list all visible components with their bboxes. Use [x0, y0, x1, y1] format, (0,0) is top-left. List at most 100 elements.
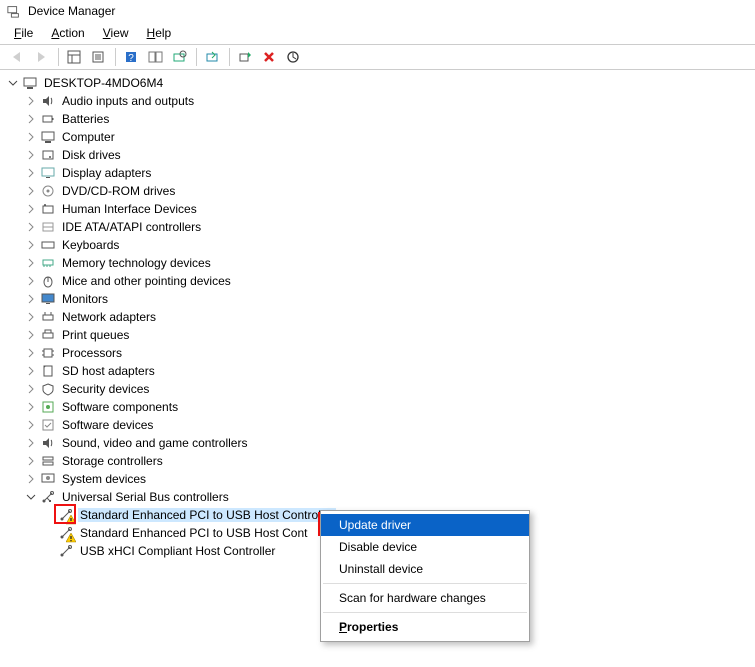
collapse-icon[interactable] — [6, 76, 20, 90]
category-label[interactable]: Sound, video and game controllers — [60, 436, 249, 450]
expand-icon[interactable] — [24, 364, 38, 378]
category-label[interactable]: Audio inputs and outputs — [60, 94, 196, 108]
root-node-label[interactable]: DESKTOP-4MDO6M4 — [42, 76, 165, 90]
category-label[interactable]: Mice and other pointing devices — [60, 274, 233, 288]
expand-icon[interactable] — [24, 184, 38, 198]
expand-icon[interactable] — [24, 112, 38, 126]
expand-icon[interactable] — [24, 94, 38, 108]
category-icon — [40, 471, 56, 487]
usb-device-icon — [58, 507, 74, 523]
back-button[interactable] — [6, 46, 30, 68]
expand-icon[interactable] — [24, 130, 38, 144]
menu-scan-hardware[interactable]: Scan for hardware changes — [321, 587, 529, 609]
category-label[interactable]: Memory technology devices — [60, 256, 213, 270]
category-row[interactable]: Mice and other pointing devices — [2, 272, 753, 290]
category-row[interactable]: Memory technology devices — [2, 254, 753, 272]
expand-icon[interactable] — [24, 148, 38, 162]
category-row[interactable]: System devices — [2, 470, 753, 488]
category-label[interactable]: Security devices — [60, 382, 151, 396]
tree-root-row[interactable]: DESKTOP-4MDO6M4 — [2, 74, 753, 92]
category-row[interactable]: Storage controllers — [2, 452, 753, 470]
category-row[interactable]: Monitors — [2, 290, 753, 308]
menu-file[interactable]: File — [6, 24, 41, 42]
forward-button[interactable] — [30, 46, 54, 68]
expand-icon[interactable] — [24, 220, 38, 234]
category-row[interactable]: Network adapters — [2, 308, 753, 326]
category-label[interactable]: Processors — [60, 346, 124, 360]
category-label[interactable]: System devices — [60, 472, 148, 486]
category-icon — [40, 219, 56, 235]
menu-view[interactable]: View — [95, 24, 137, 42]
category-label[interactable]: Software components — [60, 400, 180, 414]
category-row[interactable]: Processors — [2, 344, 753, 362]
category-label[interactable]: Monitors — [60, 292, 110, 306]
scan-hardware-button[interactable] — [168, 46, 192, 68]
category-label[interactable]: DVD/CD-ROM drives — [60, 184, 177, 198]
menu-update-driver[interactable]: Update driver — [321, 514, 529, 536]
category-row[interactable]: Software devices — [2, 416, 753, 434]
expand-icon[interactable] — [24, 310, 38, 324]
enable-device-button[interactable] — [234, 46, 258, 68]
properties-button[interactable] — [87, 46, 111, 68]
category-label[interactable]: Human Interface Devices — [60, 202, 199, 216]
category-row[interactable]: Display adapters — [2, 164, 753, 182]
expand-icon[interactable] — [24, 166, 38, 180]
category-row[interactable]: SD host adapters — [2, 362, 753, 380]
device-label[interactable]: USB xHCI Compliant Host Controller — [78, 544, 277, 558]
category-label[interactable]: SD host adapters — [60, 364, 157, 378]
category-label[interactable]: Storage controllers — [60, 454, 165, 468]
category-row[interactable]: Batteries — [2, 110, 753, 128]
collapse-icon[interactable] — [24, 490, 38, 504]
expand-icon[interactable] — [24, 292, 38, 306]
device-label[interactable]: Standard Enhanced PCI to USB Host Cont — [78, 526, 309, 540]
category-row[interactable]: Disk drives — [2, 146, 753, 164]
category-row[interactable]: Audio inputs and outputs — [2, 92, 753, 110]
category-label[interactable]: Computer — [60, 130, 117, 144]
category-label[interactable]: Print queues — [60, 328, 131, 342]
expand-icon[interactable] — [24, 400, 38, 414]
expand-icon[interactable] — [24, 472, 38, 486]
expand-icon[interactable] — [24, 346, 38, 360]
category-row[interactable]: Security devices — [2, 380, 753, 398]
expand-icon[interactable] — [24, 256, 38, 270]
expand-icon[interactable] — [24, 238, 38, 252]
menu-help[interactable]: Help — [139, 24, 180, 42]
category-label[interactable]: Keyboards — [60, 238, 121, 252]
category-label[interactable]: Universal Serial Bus controllers — [60, 490, 231, 504]
expand-icon[interactable] — [24, 202, 38, 216]
category-label[interactable]: Software devices — [60, 418, 155, 432]
expand-icon[interactable] — [24, 274, 38, 288]
category-label[interactable]: Batteries — [60, 112, 111, 126]
update-driver-button[interactable] — [201, 46, 225, 68]
category-label[interactable]: Display adapters — [60, 166, 153, 180]
category-row[interactable]: IDE ATA/ATAPI controllers — [2, 218, 753, 236]
category-row[interactable]: DVD/CD-ROM drives — [2, 182, 753, 200]
category-label[interactable]: Disk drives — [60, 148, 123, 162]
category-row[interactable]: Sound, video and game controllers — [2, 434, 753, 452]
show-hide-tree-button[interactable] — [63, 46, 87, 68]
category-row[interactable]: Keyboards — [2, 236, 753, 254]
menu-action[interactable]: Action — [43, 24, 92, 42]
category-row[interactable]: Computer — [2, 128, 753, 146]
category-row[interactable]: Software components — [2, 398, 753, 416]
menu-disable-device[interactable]: Disable device — [321, 536, 529, 558]
expand-icon[interactable] — [24, 454, 38, 468]
disable-device-button[interactable] — [282, 46, 306, 68]
help-button[interactable]: ? — [120, 46, 144, 68]
category-label[interactable]: Network adapters — [60, 310, 158, 324]
category-row[interactable]: Human Interface Devices — [2, 200, 753, 218]
usb-device-icon — [58, 525, 74, 541]
action-center-button[interactable] — [144, 46, 168, 68]
category-label[interactable]: IDE ATA/ATAPI controllers — [60, 220, 203, 234]
menu-properties[interactable]: Properties — [321, 616, 529, 638]
device-tree[interactable]: DESKTOP-4MDO6M4 Audio inputs and outputs… — [0, 70, 755, 564]
expand-icon[interactable] — [24, 418, 38, 432]
uninstall-device-button[interactable] — [258, 46, 282, 68]
expand-icon[interactable] — [24, 436, 38, 450]
category-row[interactable]: Print queues — [2, 326, 753, 344]
category-row[interactable]: Universal Serial Bus controllers — [2, 488, 753, 506]
device-label[interactable]: Standard Enhanced PCI to USB Host Contro… — [78, 508, 336, 522]
expand-icon[interactable] — [24, 328, 38, 342]
expand-icon[interactable] — [24, 382, 38, 396]
menu-uninstall-device[interactable]: Uninstall device — [321, 558, 529, 580]
